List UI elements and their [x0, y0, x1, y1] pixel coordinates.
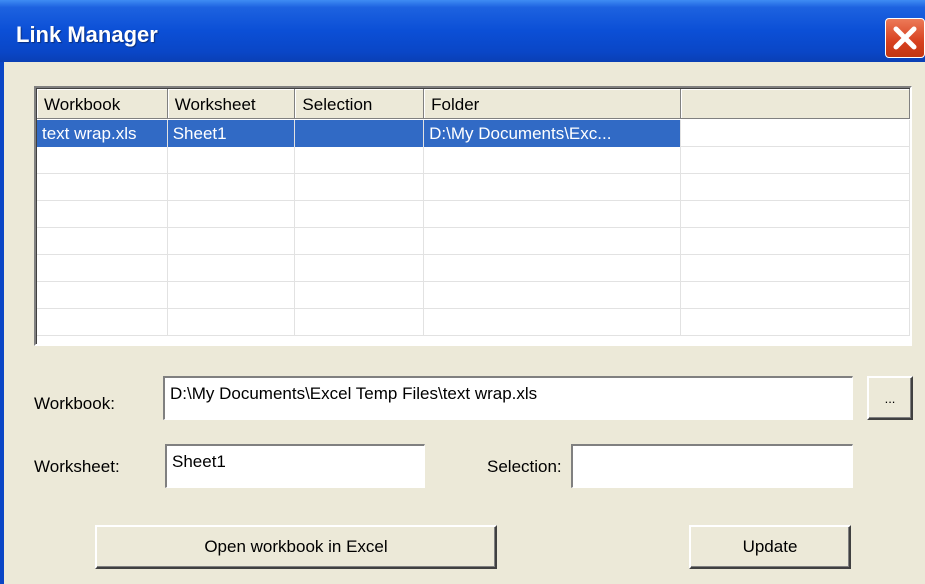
column-header-workbook[interactable]: Workbook [37, 89, 168, 119]
table-row[interactable] [37, 255, 910, 282]
table-cell [681, 120, 910, 147]
column-header-selection[interactable]: Selection [295, 89, 425, 119]
table-cell [37, 228, 168, 255]
table-cell [168, 147, 296, 174]
table-cell [681, 255, 910, 282]
table-cell [168, 309, 296, 336]
open-in-excel-button[interactable]: Open workbook in Excel [95, 525, 497, 569]
browse-button[interactable]: ... [867, 376, 913, 420]
table-row[interactable] [37, 282, 910, 309]
column-header-folder[interactable]: Folder [424, 89, 681, 119]
table-cell [424, 174, 681, 201]
links-list[interactable]: Workbook Worksheet Selection Folder text wr… [34, 86, 912, 346]
column-header-worksheet[interactable]: Worksheet [167, 89, 296, 119]
table-cell [168, 228, 296, 255]
worksheet-label: Worksheet: [34, 457, 120, 476]
worksheet-field[interactable]: Sheet1 [165, 444, 425, 488]
update-button[interactable]: Update [689, 525, 851, 569]
table-cell [37, 255, 168, 282]
table-cell [37, 282, 168, 309]
table-cell [168, 201, 296, 228]
table-cell: D:\My Documents\Exc... [424, 120, 681, 147]
selection-label: Selection: [487, 457, 562, 476]
table-cell [37, 174, 168, 201]
table-cell [295, 228, 425, 255]
table-cell [424, 147, 681, 174]
list-header: Workbook Worksheet Selection Folder [37, 89, 910, 119]
table-cell [681, 282, 910, 309]
table-cell [681, 228, 910, 255]
table-cell [424, 282, 681, 309]
table-row[interactable] [37, 147, 910, 174]
table-cell [424, 309, 681, 336]
close-icon [893, 26, 917, 50]
window-frame [0, 62, 4, 584]
table-row[interactable]: text wrap.xls Sheet1 D:\My Documents\Exc..… [37, 120, 910, 147]
table-cell [681, 309, 910, 336]
table-cell [424, 255, 681, 282]
column-header-blank[interactable] [680, 89, 910, 119]
table-row[interactable] [37, 228, 910, 255]
table-cell [681, 201, 910, 228]
selection-field[interactable] [571, 444, 853, 488]
table-cell [424, 228, 681, 255]
table-cell [681, 174, 910, 201]
table-row[interactable] [37, 309, 910, 336]
table-cell [168, 174, 296, 201]
table-cell [295, 120, 425, 147]
table-cell [295, 147, 425, 174]
table-cell [681, 147, 910, 174]
window-title: Link Manager [16, 22, 158, 47]
title-bar[interactable]: Link Manager [0, 0, 925, 62]
table-cell [37, 201, 168, 228]
workbook-field[interactable]: D:\My Documents\Excel Temp Files\text wr… [163, 376, 853, 420]
table-cell [295, 174, 425, 201]
link-manager-dialog: Link Manager Workbook Worksheet Selection F… [0, 0, 925, 584]
table-cell [295, 201, 425, 228]
table-cell [37, 309, 168, 336]
table-cell [168, 255, 296, 282]
close-button[interactable] [885, 18, 925, 58]
table-cell: Sheet1 [167, 120, 296, 147]
table-cell [295, 309, 425, 336]
table-cell [37, 147, 168, 174]
table-cell [295, 282, 425, 309]
table-cell [168, 282, 296, 309]
table-cell [295, 255, 425, 282]
table-cell: text wrap.xls [37, 120, 168, 147]
table-cell [424, 201, 681, 228]
table-row[interactable] [37, 201, 910, 228]
list-rows: text wrap.xls Sheet1 D:\My Documents\Exc..… [37, 120, 910, 336]
workbook-label: Workbook: [34, 394, 115, 413]
table-row[interactable] [37, 174, 910, 201]
